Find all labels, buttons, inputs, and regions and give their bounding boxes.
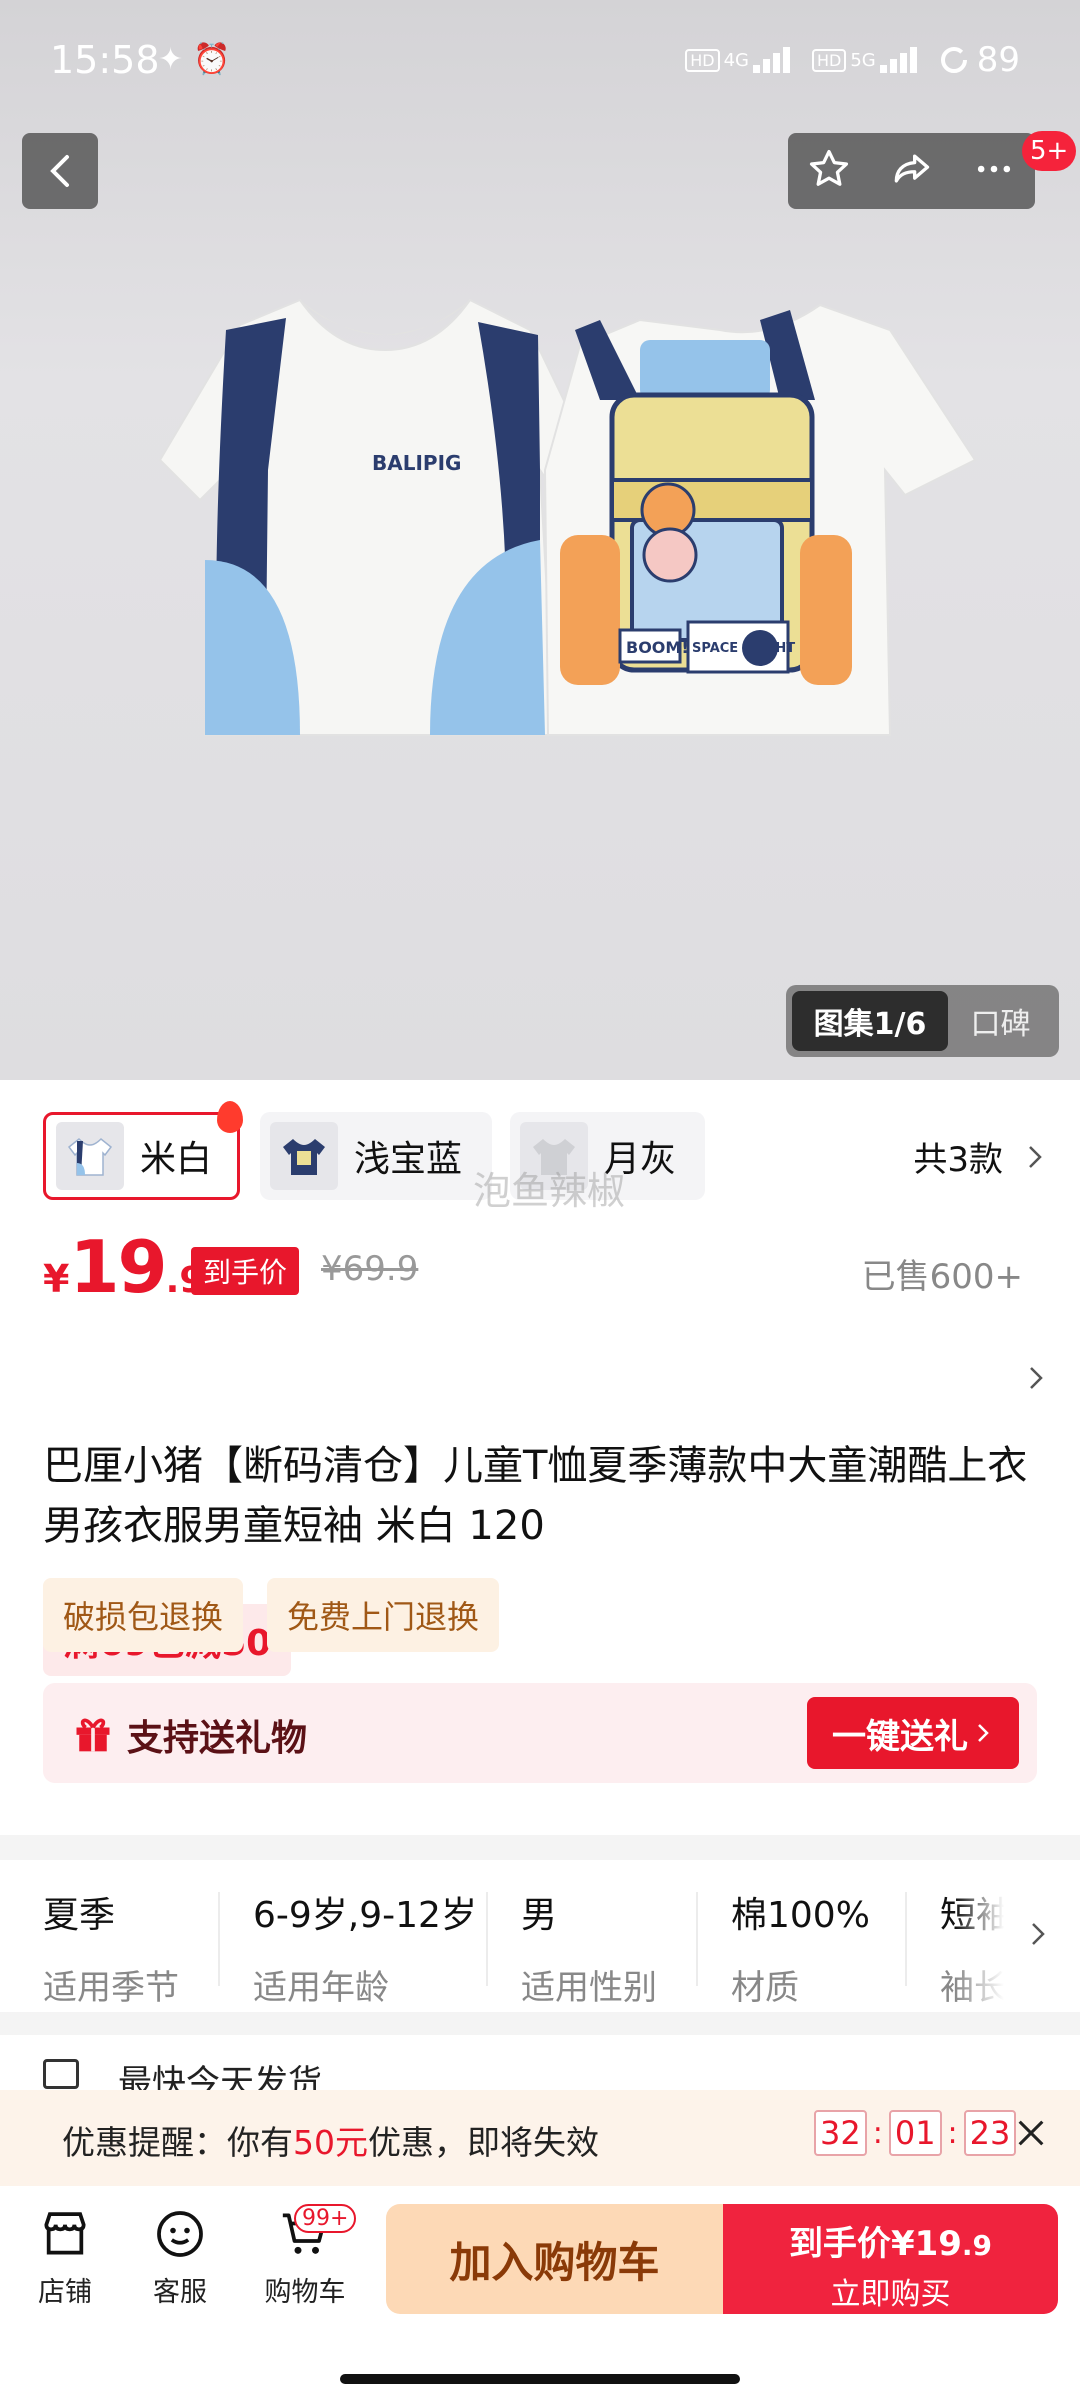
param-item: 棉100% 材质: [731, 1895, 870, 2008]
param-item: 6-9岁,9-12岁 适用年龄: [253, 1895, 477, 2008]
gift-label: 支持送礼物: [127, 1718, 308, 1759]
add-to-cart-button[interactable]: 加入购物车: [386, 2204, 723, 2314]
gallery-switch: 图集1/6 口碑: [786, 985, 1059, 1057]
more-button[interactable]: [972, 147, 1016, 195]
hot-flame-icon: [217, 1101, 243, 1133]
home-indicator: [340, 2374, 740, 2384]
shipping-text: 最快今天发货: [118, 2063, 322, 2095]
promo-row[interactable]: 满69已减50: [0, 1342, 1080, 1676]
chat-face-icon: [157, 2211, 203, 2257]
signal-4g-icon: HD 4G: [685, 47, 790, 73]
send-gift-button[interactable]: 一键送礼: [807, 1697, 1019, 1769]
share-icon: [895, 154, 930, 183]
buy-now-button[interactable]: 到手价¥19.9 立即购买: [723, 2204, 1058, 2314]
product-title: 巴厘小猪【断码清仓】儿童T恤夏季薄款中大童潮酷上衣男孩衣服男童短袖 米白 120: [43, 1443, 1028, 1549]
bottom-action-bar: 店铺 客服 购物车 99+ 加入购物车 到手价¥19.9 立即购买: [0, 2186, 1080, 2400]
gift-banner: 支持送礼物 一键送礼: [43, 1683, 1037, 1783]
signal-5g-icon: HD 5G: [811, 47, 917, 73]
final-price: ¥ 19 .9: [43, 1225, 205, 1309]
param-item: 男适用性别: [521, 1895, 657, 2008]
color-thumb: [270, 1122, 338, 1190]
service-tag: 破损包退换: [43, 1578, 244, 1652]
styles-count: 共3款: [913, 1140, 1003, 1180]
buy-price-line: 到手价¥19.9: [788, 2224, 993, 2264]
chevron-right-icon: [1030, 1367, 1043, 1389]
customer-service-button[interactable]: 客服: [125, 2206, 235, 2309]
product-info-card: 米白 浅宝蓝 月灰 泡鱼辣椒 共3款 ¥ 19 .9 到手价 ¥69.9 已售6…: [0, 1080, 1080, 1835]
product-image-area[interactable]: BALIPIG BOOM! SPACE FLIGHT 15:58 ✦ ⏰: [0, 0, 1080, 1080]
right-shirt: BOOM! SPACE FLIGHT: [543, 303, 977, 736]
tab-reviews[interactable]: 口碑: [948, 999, 1053, 1043]
all-styles-link[interactable]: 共3款: [913, 1132, 1043, 1181]
watermark: 泡鱼辣椒: [473, 1169, 626, 1213]
share-button[interactable]: [889, 147, 933, 195]
shipping-row[interactable]: 最快今天发货: [0, 2035, 1080, 2095]
shirt-print-text: BALIPIG: [372, 451, 461, 475]
color-option[interactable]: 浅宝蓝: [260, 1112, 492, 1200]
gift-icon: [76, 1718, 110, 1752]
more-icon: [977, 165, 1010, 173]
color-option-label: 浅宝蓝: [354, 1139, 463, 1180]
close-icon[interactable]: [1014, 2116, 1048, 2150]
price-row: ¥ 19 .9 到手价 ¥69.9 已售600+: [43, 1225, 1043, 1315]
battery-level: 89: [976, 40, 1020, 80]
final-price-tag: 到手价: [191, 1247, 300, 1295]
shop-icon: [44, 2212, 86, 2255]
chevron-right-icon: [978, 1724, 989, 1742]
status-bar: 15:58 ✦ ⏰ HD 4G HD 5G 89: [0, 0, 1080, 120]
coupon-countdown: 32: 01: 23: [814, 2110, 1017, 2156]
coupon-reminder: 优惠提醒：你有50元优惠，即将失效 32: 01: 23: [0, 2090, 1080, 2186]
back-icon: [50, 155, 69, 187]
notification-icon: ✦: [158, 42, 184, 77]
buy-now-label: 立即购买: [830, 2277, 951, 2312]
chevron-right-icon: [1029, 1145, 1042, 1168]
star-icon: [810, 149, 849, 186]
message-badge: 5+: [1022, 131, 1077, 171]
status-indicators: HD 4G HD 5G 89: [685, 40, 1020, 80]
shirt-print-text: BOOM!: [626, 638, 689, 657]
param-item: 夏季 适用季节: [43, 1895, 179, 2008]
sold-count: 已售600+: [861, 1257, 1023, 1297]
top-actions: [788, 133, 1035, 209]
product-params[interactable]: 夏季适用季节 6-9岁,9-12岁适用年龄 男适用性别 棉100%材质 短袖袖长: [0, 1860, 1080, 2012]
status-notif-icons: ✦ ⏰: [158, 42, 231, 77]
shop-button[interactable]: 店铺: [10, 2206, 120, 2309]
battery-icon: 89: [939, 40, 1020, 80]
back-button[interactable]: [22, 133, 98, 209]
color-option-label: 米白: [140, 1139, 213, 1180]
truck-icon: [43, 2059, 79, 2089]
alarm-icon: ⏰: [193, 42, 231, 77]
service-tags: 破损包退换 免费上门退换: [43, 1578, 500, 1652]
left-shirt: BALIPIG: [158, 298, 597, 736]
color-selector: 米白 浅宝蓝 月灰 泡鱼辣椒 共3款: [43, 1101, 1043, 1213]
status-time: 15:58: [50, 38, 160, 82]
tab-gallery[interactable]: 图集1/6: [792, 991, 948, 1051]
coupon-text: 优惠提醒：你有50元优惠，即将失效: [62, 2123, 599, 2162]
color-thumb: [56, 1122, 124, 1190]
cart-count-badge: 99+: [294, 2204, 357, 2233]
chevron-right-icon: [1032, 1923, 1045, 1945]
color-option[interactable]: 米白: [43, 1101, 243, 1200]
original-price: ¥69.9: [321, 1249, 419, 1289]
send-gift-label: 一键送礼: [832, 1716, 968, 1757]
service-tag: 免费上门退换: [267, 1578, 500, 1652]
favorite-button[interactable]: [807, 147, 851, 195]
